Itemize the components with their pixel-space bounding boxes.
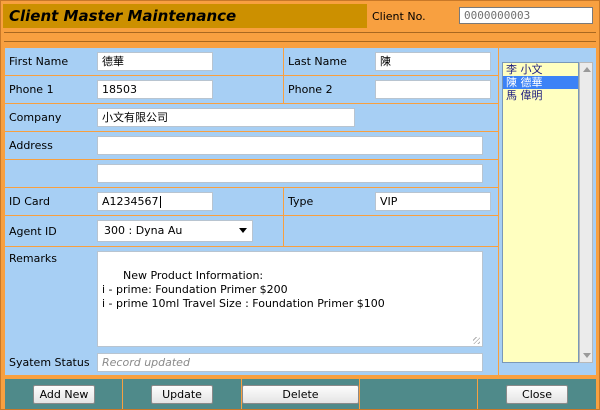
id-card-value: A1234567 — [102, 195, 159, 208]
close-cell: Close — [478, 379, 596, 409]
client-master-window: Client Master Maintenance Client No. 000… — [0, 0, 600, 410]
address-row-2 — [5, 160, 498, 187]
text-caret — [159, 196, 161, 208]
id-card-field[interactable]: A1234567 — [97, 192, 213, 211]
scroll-down-icon[interactable] — [583, 353, 591, 358]
list-item[interactable]: 李 小文 — [503, 63, 578, 76]
scroll-up-icon[interactable] — [583, 67, 591, 72]
update-button[interactable]: Update — [151, 385, 213, 404]
remarks-row: Remarks New Product Information: i - pri… — [5, 247, 498, 375]
agent-id-row: Agent ID 300 : Dyna Au — [5, 216, 283, 246]
phone2-row: Phone 2 — [284, 76, 498, 103]
system-status-field: Record updated — [97, 353, 483, 372]
phone2-field[interactable] — [375, 80, 491, 99]
divider — [4, 41, 596, 42]
page-title: Client Master Maintenance — [9, 7, 237, 25]
last-name-row: Last Name 陳 — [284, 48, 498, 75]
phone1-field[interactable]: 18503 — [97, 80, 213, 99]
address-label: Address — [9, 139, 53, 152]
company-row: Company 小文有限公司 — [5, 104, 498, 131]
last-name-label: Last Name — [288, 55, 347, 68]
empty-cell — [284, 216, 498, 246]
address-line2-field[interactable] — [97, 164, 483, 183]
phone1-label: Phone 1 — [9, 83, 54, 96]
id-card-label: ID Card — [9, 195, 50, 208]
delete-cell: Delete — [242, 379, 359, 409]
client-no-label: Client No. — [372, 10, 426, 23]
system-status-label: Syatem Status — [9, 356, 90, 369]
empty-button-cell — [360, 379, 477, 409]
client-list[interactable]: 李 小文 陳 德華 馬 偉明 — [502, 62, 579, 363]
id-card-row: ID Card A1234567 — [5, 188, 283, 215]
company-label: Company — [9, 111, 62, 124]
chevron-down-icon — [239, 228, 247, 233]
remarks-textarea[interactable]: New Product Information: i - prime: Foun… — [97, 251, 483, 347]
type-row: Type VIP — [284, 188, 498, 215]
client-no-field[interactable]: 0000000003 — [459, 7, 593, 24]
close-button[interactable]: Close — [506, 385, 568, 404]
divider — [4, 32, 596, 33]
agent-id-select[interactable]: 300 : Dyna Au — [97, 220, 253, 242]
company-field[interactable]: 小文有限公司 — [97, 108, 355, 127]
delete-button[interactable]: Delete — [242, 385, 359, 404]
add-new-button[interactable]: Add New — [33, 385, 95, 404]
last-name-field[interactable]: 陳 — [375, 52, 491, 71]
remarks-text: New Product Information: i - prime: Foun… — [102, 269, 385, 310]
type-field[interactable]: VIP — [375, 192, 491, 211]
phone1-row: Phone 1 18503 — [5, 76, 283, 103]
update-cell: Update — [123, 379, 241, 409]
first-name-field[interactable]: 德華 — [97, 52, 213, 71]
phone2-label: Phone 2 — [288, 83, 333, 96]
list-scrollbar[interactable] — [579, 62, 593, 363]
address-line1-field[interactable] — [97, 136, 483, 155]
first-name-row: First Name 德華 — [5, 48, 283, 75]
list-item[interactable]: 馬 偉明 — [503, 89, 578, 102]
resize-grip-icon[interactable] — [473, 337, 480, 344]
title-bar: Client Master Maintenance — [3, 4, 367, 28]
first-name-label: First Name — [9, 55, 69, 68]
list-item-selected[interactable]: 陳 德華 — [503, 76, 578, 89]
agent-id-label: Agent ID — [9, 225, 57, 238]
add-new-cell: Add New — [5, 379, 122, 409]
type-label: Type — [288, 195, 314, 208]
address-row: Address — [5, 132, 498, 159]
remarks-label: Remarks — [9, 252, 57, 265]
agent-id-value: 300 : Dyna Au — [104, 224, 183, 237]
